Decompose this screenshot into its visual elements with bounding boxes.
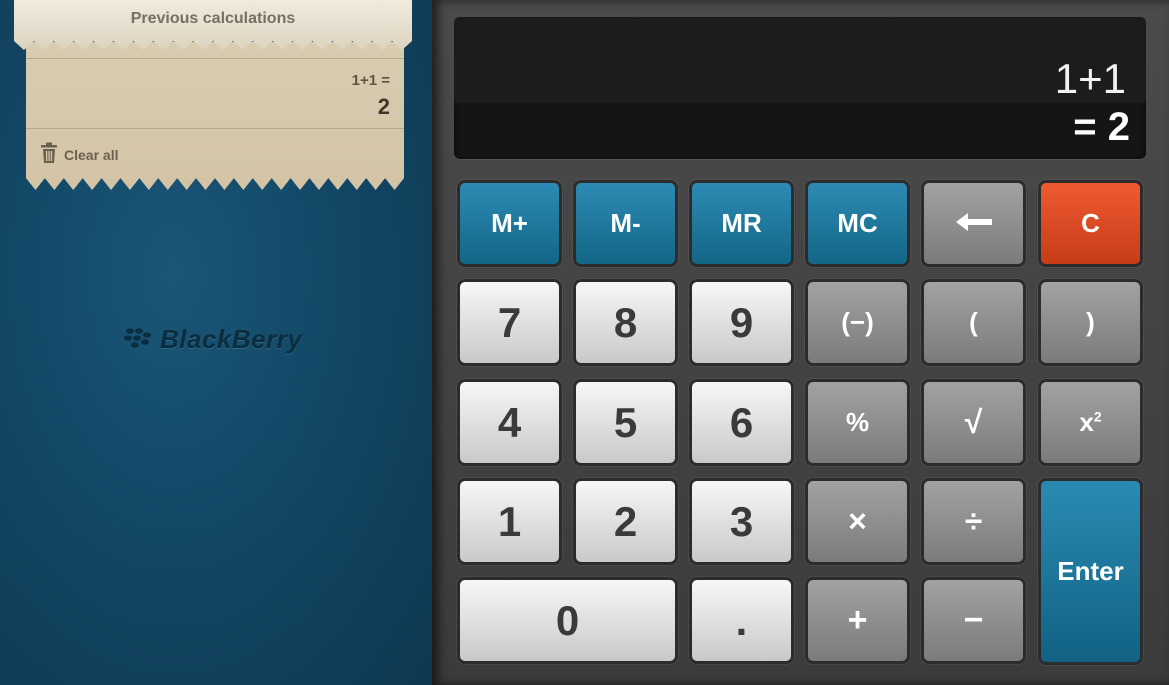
display-expression: 1+1 (1054, 55, 1126, 102)
memory-clear-button[interactable]: MC (808, 183, 907, 264)
multiply-button[interactable]: × (808, 481, 907, 562)
clear-all-label: Clear all (64, 147, 119, 163)
memory-add-button[interactable]: M+ (460, 183, 559, 264)
close-paren-button[interactable]: ) (1041, 282, 1140, 363)
left-arrow-icon (954, 208, 994, 239)
memory-subtract-button[interactable]: M- (576, 183, 675, 264)
calculator-display: 1+1 = 2 (454, 17, 1146, 159)
open-paren-button[interactable]: ( (924, 282, 1023, 363)
minus-button[interactable]: − (924, 580, 1023, 661)
divide-button[interactable]: ÷ (924, 481, 1023, 562)
divider (26, 128, 404, 129)
key-3[interactable]: 3 (692, 481, 791, 562)
decimal-button[interactable]: . (692, 580, 791, 661)
history-entry-expression[interactable]: 1+1 = (352, 72, 390, 89)
negate-button[interactable]: (−) (808, 282, 907, 363)
percent-button[interactable]: % (808, 382, 907, 463)
calculator-panel: 1+1 = 2 M+ M- MR MC C 7 8 9 (−) ( ) 4 5 … (432, 0, 1169, 685)
trash-icon (40, 142, 58, 168)
blackberry-logo-icon (124, 327, 152, 353)
backspace-button[interactable] (924, 183, 1023, 264)
enter-button[interactable]: Enter (1041, 481, 1140, 662)
sqrt-button[interactable]: √ (924, 382, 1023, 463)
key-5[interactable]: 5 (576, 382, 675, 463)
square-base: x (1079, 407, 1094, 437)
square-exponent: 2 (1093, 408, 1102, 425)
divider (26, 58, 404, 59)
display-result: = 2 (1073, 105, 1130, 149)
history-entry-result[interactable]: 2 (378, 94, 390, 120)
key-0[interactable]: 0 (460, 580, 675, 661)
key-4[interactable]: 4 (460, 382, 559, 463)
key-2[interactable]: 2 (576, 481, 675, 562)
clear-button[interactable]: C (1041, 183, 1140, 264)
key-9[interactable]: 9 (692, 282, 791, 363)
square-button[interactable]: x2 (1041, 382, 1140, 463)
key-8[interactable]: 8 (576, 282, 675, 363)
logo-text: BlackBerry (160, 324, 303, 354)
history-title: Previous calculations (130, 10, 296, 27)
history-panel: 1+1 = 2 Clear all Previous calculations … (0, 0, 432, 685)
clear-all-button[interactable]: Clear all (40, 142, 118, 168)
key-1[interactable]: 1 (460, 481, 559, 562)
memory-recall-button[interactable]: MR (692, 183, 791, 264)
key-6[interactable]: 6 (692, 382, 791, 463)
display-expression-area (454, 17, 1146, 103)
square-label: x2 (1079, 407, 1101, 438)
history-list: 1+1 = 2 Clear all (26, 42, 404, 190)
plus-button[interactable]: + (808, 580, 907, 661)
key-7[interactable]: 7 (460, 282, 559, 363)
blackberry-logo: BlackBerry (124, 324, 302, 355)
